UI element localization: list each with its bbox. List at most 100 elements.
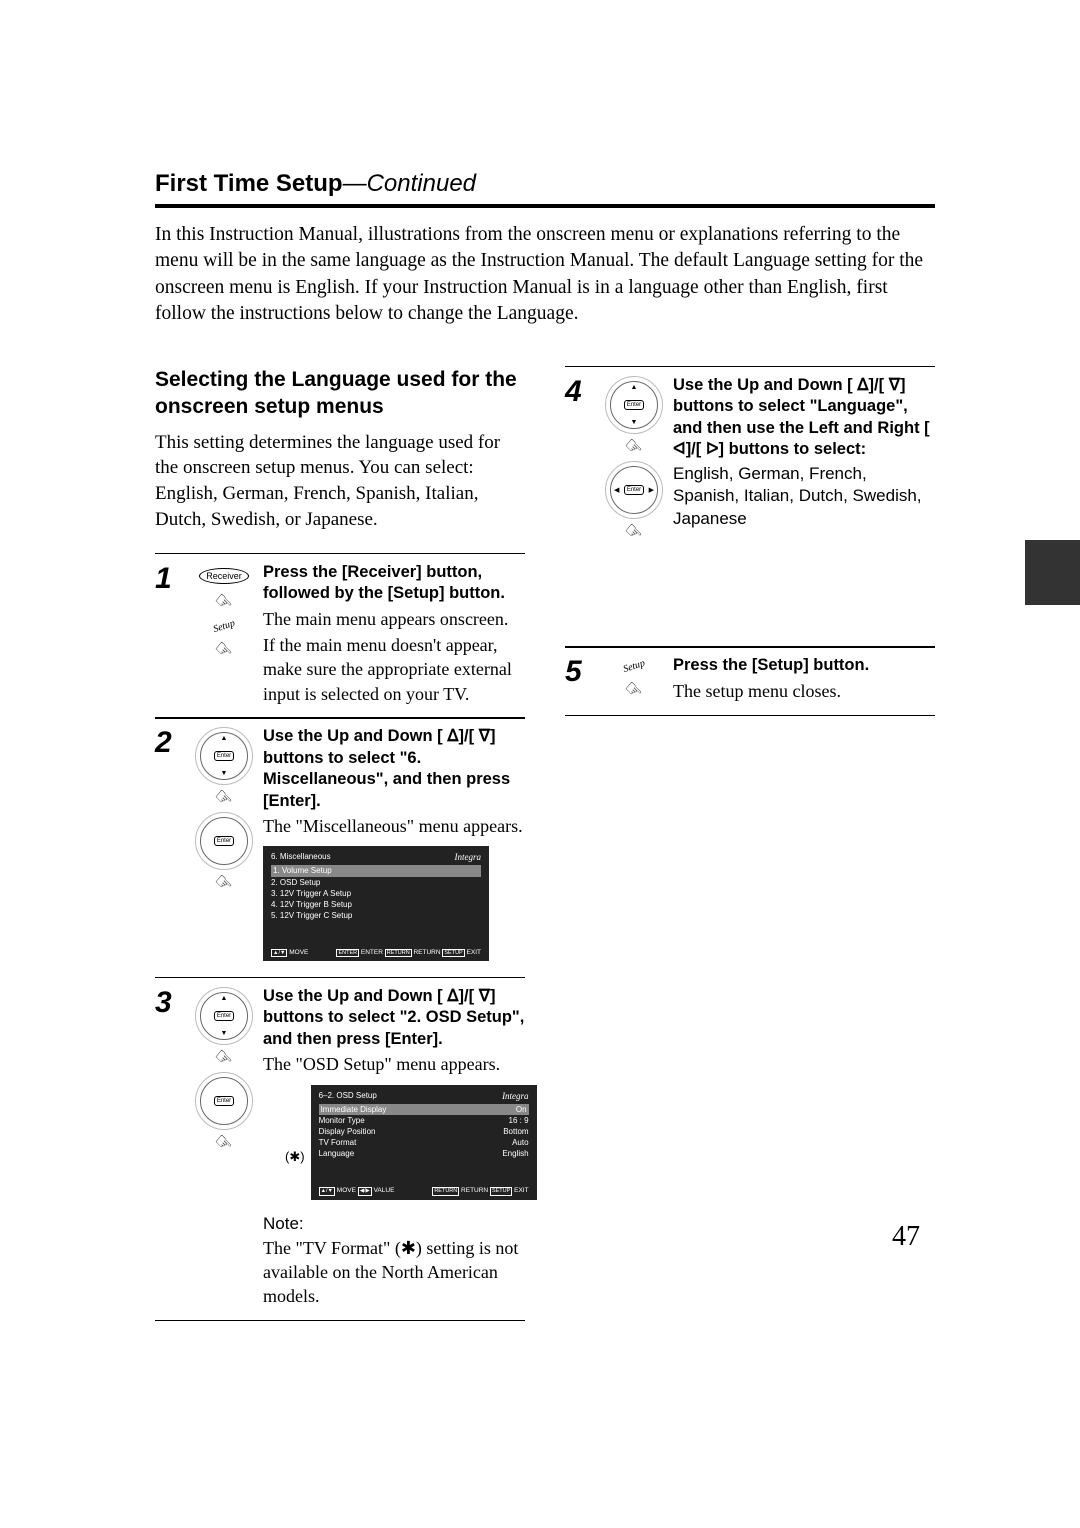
hand-icon: ☟ [211,871,237,897]
key-hint: ENTER [336,949,359,957]
dpad-icon: ▲ ▼ Enter [200,992,248,1040]
step-3-icons: ▲ ▼ Enter ☟ Enter ☟ [195,986,253,1308]
step-3-body: The "OSD Setup" menu appears. [263,1052,537,1076]
osd-row: Monitor Type16 : 9 [319,1115,529,1126]
menu-item: 1. Volume Setup [271,865,481,876]
dpad-icon: Enter [200,817,248,865]
step-1-body-1: The main menu appears onscreen. [263,607,525,631]
asterisk-marker: (✱) [263,1077,305,1165]
note-label: Note: [263,1214,537,1234]
step-5-body: The setup menu closes. [673,679,935,703]
hand-icon: ☟ [211,1045,237,1071]
hand-icon: ☟ [211,589,237,615]
screen-mock-miscellaneous: 6. Miscellaneous Integra 1. Volume Setup… [263,846,489,961]
key-hint: ◀/▶ [358,1187,372,1195]
content-columns: Selecting the Language used for the onsc… [155,367,935,1321]
step-number: 1 [155,562,185,706]
hand-icon: ☟ [621,434,647,460]
key-hint: RETURN [385,949,412,957]
step-1-instruction: Press the [Receiver] button, followed by… [263,562,525,605]
dpad-icon: Enter [200,1077,248,1125]
step-5-text: Press the [Setup] button. The setup menu… [673,655,935,703]
step-3-instruction: Use the Up and Down [ ᐃ]/[ ᐁ] buttons to… [263,986,537,1050]
hand-icon: ☟ [621,519,647,545]
step-2: 2 ▲ ▼ Enter ☟ Enter ☟ Use the Up and Dow… [155,717,525,978]
key-label: RETURN [461,1187,488,1194]
page-number: 47 [892,1221,920,1253]
section-heading: Selecting the Language used for the onsc… [155,367,525,420]
left-arrow-icon: ◀ [614,486,619,494]
setup-button-icon: Setup [622,658,647,675]
hand-icon: ☟ [621,678,647,704]
screen-title: 6–2. OSD Setup [319,1091,377,1101]
dpad-icon: ◀ ▶ Enter [610,466,658,514]
hand-icon: ☟ [211,786,237,812]
menu-item: 4. 12V Trigger B Setup [271,899,481,910]
enter-label: Enter [624,485,644,495]
left-column: Selecting the Language used for the onsc… [155,367,525,1321]
step-4-text: Use the Up and Down [ ᐃ]/[ ᐁ] buttons to… [673,375,935,635]
up-arrow-icon: ▲ [221,735,228,742]
step-1: 1 Receiver ☟ Setup ☟ Press the [Receiver… [155,553,525,719]
up-arrow-icon: ▲ [631,384,638,391]
enter-label: Enter [624,400,644,410]
key-hint: SETUP [490,1187,512,1195]
step-4-body: English, German, French, Spanish, Italia… [673,463,935,532]
step-2-text: Use the Up and Down [ ᐃ]/[ ᐁ] buttons to… [263,726,525,965]
menu-item: 3. 12V Trigger A Setup [271,888,481,899]
hand-icon: ☟ [211,1130,237,1156]
step-4-instruction: Use the Up and Down [ ᐃ]/[ ᐁ] buttons to… [673,375,935,461]
brand-label: Integra [502,1091,529,1101]
step-5-icons: Setup ☟ [605,655,663,703]
step-1-body-2: If the main menu doesn't appear, make su… [263,633,525,706]
step-number: 4 [565,375,595,635]
down-arrow-icon: ▼ [221,1030,228,1037]
step-5-instruction: Press the [Setup] button. [673,655,935,676]
enter-label: Enter [214,1011,234,1021]
osd-row: Display PositionBottom [319,1126,529,1137]
brand-label: Integra [455,852,482,862]
key-label: VALUE [374,1187,395,1194]
step-number: 3 [155,986,185,1308]
note-body: The "TV Format" (✱) setting is not avail… [263,1236,537,1309]
title-divider [155,204,935,208]
intro-paragraph: In this Instruction Manual, illustration… [155,222,935,327]
page-title: First Time Setup—Continued [155,170,935,198]
key-label: EXIT [514,1187,528,1194]
step-2-body: The "Miscellaneous" menu appears. [263,814,525,838]
enter-label: Enter [214,751,234,761]
step-4: 4 ▲ ▼ Enter ☟ ◀ ▶ Enter ☟ Use the Up and… [565,366,935,648]
key-label: RETURN [413,949,440,956]
down-arrow-icon: ▼ [631,419,638,426]
dpad-icon: ▲ ▼ Enter [610,381,658,429]
step-4-icons: ▲ ▼ Enter ☟ ◀ ▶ Enter ☟ [605,375,663,635]
hand-icon: ☟ [211,637,237,663]
setup-button-icon: Setup [212,618,237,635]
key-hint: ▲/▼ [319,1187,335,1195]
menu-item: 2. OSD Setup [271,877,481,888]
key-hint: RETURN [432,1187,459,1195]
step-3-text: Use the Up and Down [ ᐃ]/[ ᐁ] buttons to… [263,986,537,1308]
key-label: MOVE [289,949,308,956]
section-body: This setting determines the language use… [155,430,525,533]
up-arrow-icon: ▲ [221,995,228,1002]
osd-row: TV FormatAuto [319,1137,529,1148]
key-label: MOVE [337,1187,356,1194]
step-5: 5 Setup ☟ Press the [Setup] button. The … [565,646,935,716]
sidebar-tab [1025,540,1080,605]
dpad-icon: ▲ ▼ Enter [200,732,248,780]
step-number: 2 [155,726,185,965]
key-label: ENTER [361,949,383,956]
step-2-icons: ▲ ▼ Enter ☟ Enter ☟ [195,726,253,965]
right-arrow-icon: ▶ [649,486,654,494]
step-2-instruction: Use the Up and Down [ ᐃ]/[ ᐁ] buttons to… [263,726,525,812]
osd-row: Immediate DisplayOn [319,1104,529,1115]
title-continued: —Continued [343,170,476,197]
receiver-button-icon: Receiver [199,568,249,584]
screen-mock-osd: 6–2. OSD Setup Integra Immediate Display… [311,1085,537,1200]
title-main: First Time Setup [155,170,343,197]
menu-item: 5. 12V Trigger C Setup [271,910,481,921]
enter-label: Enter [214,836,234,846]
step-3: 3 ▲ ▼ Enter ☟ Enter ☟ Use the Up and Dow… [155,977,525,1321]
key-label: EXIT [467,949,481,956]
